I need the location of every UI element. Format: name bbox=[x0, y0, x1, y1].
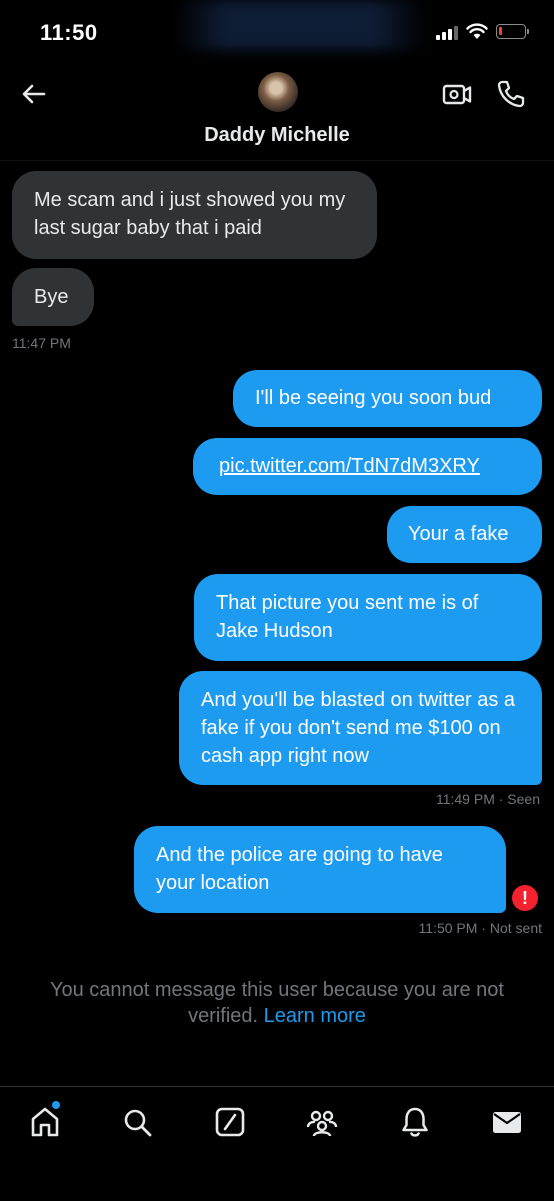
error-icon[interactable]: ! bbox=[512, 885, 538, 911]
wifi-icon bbox=[466, 23, 488, 39]
message-bubble-outgoing[interactable]: I'll be seeing you soon bud bbox=[233, 370, 542, 427]
status-bar: 11:50 bbox=[0, 0, 554, 60]
message-bubble-outgoing[interactable]: And the police are going to have your lo… bbox=[134, 826, 506, 913]
cellular-signal-icon bbox=[436, 26, 458, 40]
back-arrow-icon[interactable] bbox=[18, 78, 50, 110]
status-time: 11:50 bbox=[40, 20, 98, 45]
avatar[interactable] bbox=[258, 72, 298, 112]
message-bubble-incoming[interactable]: Me scam and i just showed you my last su… bbox=[12, 171, 377, 259]
video-call-icon[interactable] bbox=[441, 78, 473, 110]
message-text: I'll be seeing you soon bud bbox=[255, 387, 492, 409]
home-notification-dot bbox=[52, 1101, 60, 1109]
message-link[interactable]: pic.twitter.com/TdN7dM3XRY bbox=[219, 455, 480, 477]
home-icon[interactable] bbox=[28, 1105, 62, 1139]
message-text: Bye bbox=[34, 286, 69, 308]
message-text: And you'll be blasted on twitter as a fa… bbox=[201, 689, 516, 767]
message-bubble-outgoing[interactable]: pic.twitter.com/TdN7dM3XRY bbox=[193, 438, 542, 495]
message-bubble-outgoing[interactable]: And you'll be blasted on twitter as a fa… bbox=[179, 671, 542, 785]
bottom-tab-bar bbox=[0, 1086, 554, 1201]
message-timestamp: 11:50 PM · Not sent bbox=[418, 920, 542, 936]
message-bubble-outgoing[interactable]: Your a fake bbox=[387, 506, 542, 563]
messages-icon[interactable] bbox=[490, 1105, 524, 1139]
notifications-icon[interactable] bbox=[398, 1105, 432, 1139]
message-bubble-incoming[interactable]: Bye bbox=[12, 268, 94, 326]
conversation-title[interactable]: Daddy Michelle bbox=[0, 124, 554, 147]
battery-level bbox=[499, 27, 502, 35]
communities-icon[interactable] bbox=[305, 1105, 339, 1139]
cannot-message-notice: You cannot message this user because you… bbox=[20, 977, 534, 1029]
message-timestamp: 11:47 PM bbox=[12, 335, 71, 351]
message-text: Your a fake bbox=[408, 523, 509, 545]
message-timestamp: 11:49 PM · Seen bbox=[435, 791, 540, 807]
battery-icon bbox=[496, 24, 529, 39]
search-icon[interactable] bbox=[120, 1105, 154, 1139]
message-text: And the police are going to have your lo… bbox=[156, 844, 443, 894]
header-divider bbox=[0, 160, 554, 161]
learn-more-link[interactable]: Learn more bbox=[264, 1005, 366, 1027]
message-text: Me scam and i just showed you my last su… bbox=[34, 189, 346, 239]
grok-icon[interactable] bbox=[213, 1105, 247, 1139]
message-text: That picture you sent me is of Jake Huds… bbox=[216, 592, 479, 642]
conversation-header: Daddy Michelle bbox=[0, 60, 554, 160]
phone-icon[interactable] bbox=[495, 78, 527, 110]
redacted-area bbox=[175, 0, 425, 50]
message-bubble-outgoing[interactable]: That picture you sent me is of Jake Huds… bbox=[194, 574, 542, 661]
